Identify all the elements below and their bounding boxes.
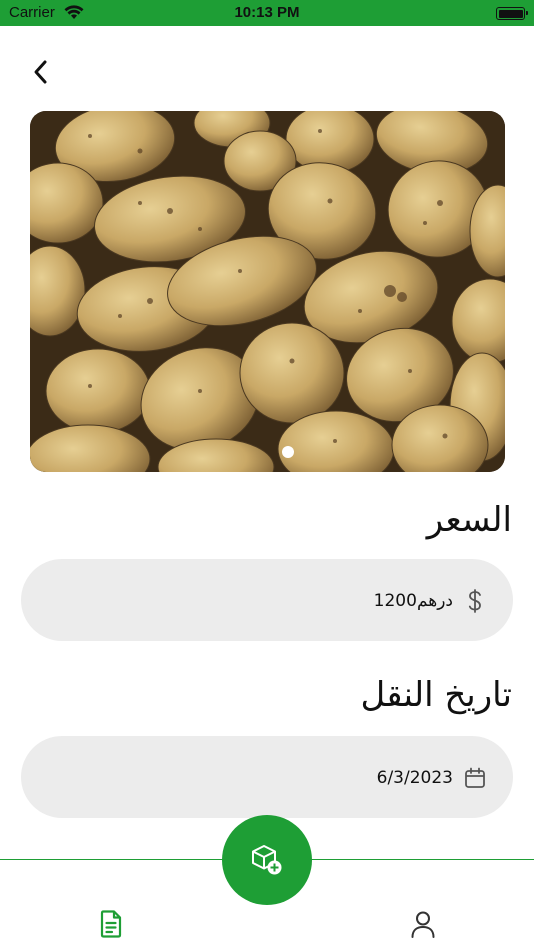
back-button[interactable] <box>24 55 58 89</box>
box-add-icon <box>252 845 282 875</box>
carousel-dot[interactable] <box>282 446 294 458</box>
nav-orders-tab[interactable] <box>96 908 126 940</box>
document-icon <box>100 910 122 938</box>
potatoes-photo <box>30 111 505 472</box>
chevron-left-icon <box>34 60 47 84</box>
price-field: 1200درهم <box>21 559 513 641</box>
transfer-date-value: 6/3/2023 <box>376 768 453 788</box>
add-product-button[interactable] <box>222 815 312 905</box>
product-image[interactable] <box>30 111 505 472</box>
battery-icon <box>496 7 528 20</box>
dollar-icon <box>463 589 487 613</box>
transfer-date-field: 6/3/2023 <box>21 736 513 818</box>
nav-profile-tab[interactable] <box>408 908 438 940</box>
status-time: 10:13 PM <box>234 4 300 21</box>
status-bar: Carrier 10:13 PM <box>0 0 534 26</box>
price-value: 1200درهم <box>373 591 453 611</box>
price-title: السعر <box>426 500 512 540</box>
user-icon <box>411 911 435 938</box>
calendar-icon <box>463 766 487 790</box>
transfer-date-title: تاريخ النقل <box>360 675 512 715</box>
